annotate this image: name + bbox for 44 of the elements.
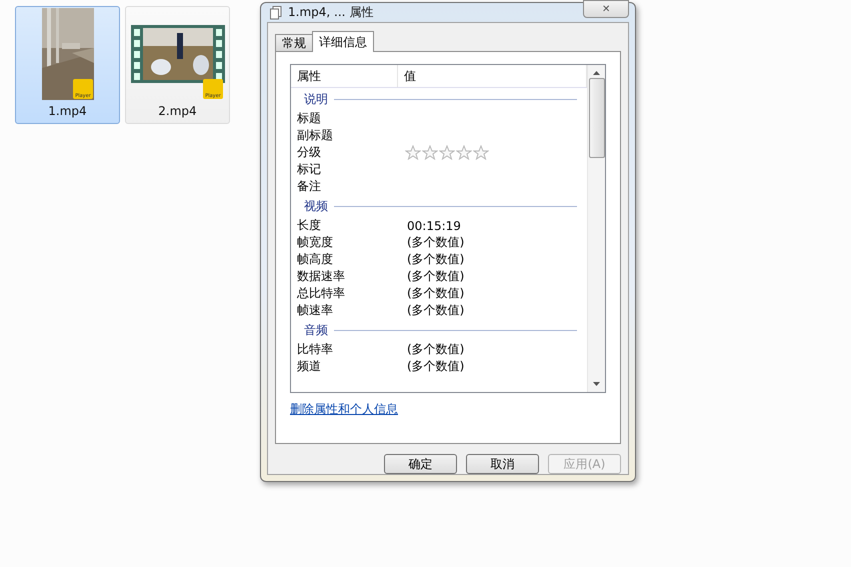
property-name: 比特率 <box>296 341 334 358</box>
property-value: (多个数值) <box>406 341 466 358</box>
property-value: (多个数值) <box>406 302 466 319</box>
file-name: 1.mp4 <box>48 104 87 118</box>
property-name: 数据速率 <box>296 268 346 285</box>
scrollbar[interactable] <box>587 65 605 392</box>
property-name: 频道 <box>296 358 322 375</box>
close-button[interactable]: ✕ <box>583 0 629 18</box>
up-arrow-icon[interactable] <box>593 71 600 75</box>
property-value: (多个数值) <box>406 234 466 251</box>
section-header: 视频 <box>304 198 328 214</box>
star-icon[interactable] <box>456 145 472 160</box>
star-icon[interactable] <box>422 145 438 160</box>
property-name: 帧高度 <box>296 251 334 268</box>
property-name: 备注 <box>296 178 322 195</box>
dialog-button[interactable]: 取消 <box>466 454 539 474</box>
property-name: 长度 <box>296 217 322 234</box>
section-header: 说明 <box>304 90 328 108</box>
property-name: 分级 <box>296 144 322 161</box>
property-name: 帧速率 <box>296 302 334 319</box>
scrollbar-thumb[interactable] <box>588 78 604 158</box>
property-value: (多个数值) <box>406 285 466 302</box>
property-name: 标记 <box>296 161 322 178</box>
tab[interactable]: 详细信息 <box>312 31 374 52</box>
property-name: 帧宽度 <box>296 234 334 251</box>
property-value: 00:15:19 <box>406 218 462 232</box>
star-icon[interactable] <box>405 145 421 160</box>
property-name: 副标题 <box>296 127 334 144</box>
property-name: 标题 <box>296 110 322 127</box>
property-value: (多个数值) <box>406 251 466 268</box>
star-icon[interactable] <box>439 145 455 160</box>
file-name: 2.mp4 <box>158 104 197 118</box>
property-value: (多个数值) <box>406 268 466 285</box>
remove-properties-link[interactable]: 删除属性和个人信息 <box>290 401 606 418</box>
property-name: 总比特率 <box>296 285 346 302</box>
down-arrow-icon[interactable] <box>593 382 600 386</box>
section-header: 音频 <box>304 322 328 338</box>
window-title: 1.mp4, ... 属性 <box>288 4 374 21</box>
documents-icon <box>270 6 282 20</box>
column-header[interactable]: 属性 <box>291 65 398 87</box>
property-value: (多个数值) <box>406 358 466 375</box>
dialog-button[interactable]: 确定 <box>384 454 457 474</box>
tab[interactable]: 常规 <box>275 34 313 52</box>
star-icon[interactable] <box>473 145 489 160</box>
